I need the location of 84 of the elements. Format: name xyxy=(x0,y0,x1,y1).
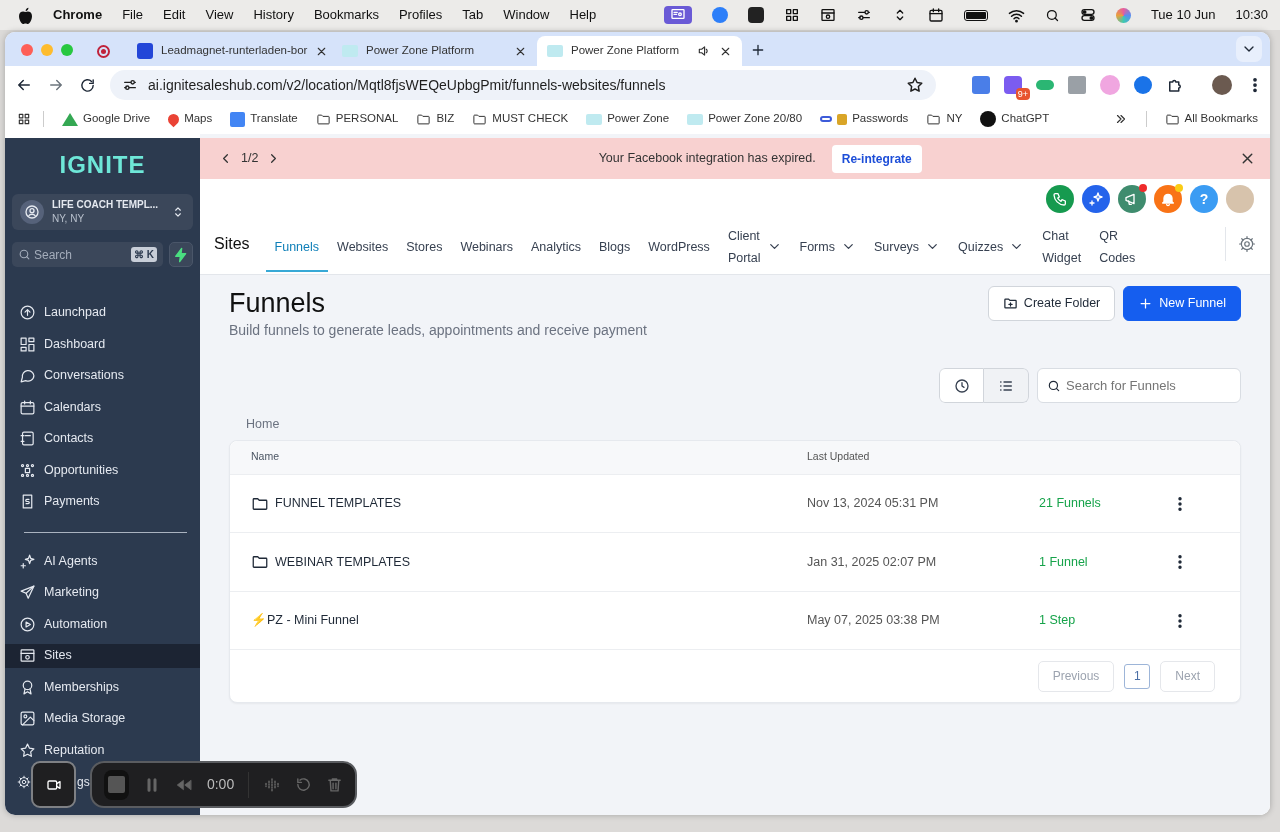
section-title: Sites xyxy=(214,233,250,254)
nav-tab[interactable]: Client Portal xyxy=(718,223,791,272)
bookmark[interactable]: Translate xyxy=(230,110,298,128)
browser-tab[interactable]: Power Zone Platform xyxy=(537,36,742,66)
sidebar-item[interactable]: Conversations xyxy=(5,363,200,388)
nav-tab[interactable]: WordPress xyxy=(639,223,719,272)
menubar-time: 10:30 xyxy=(1235,6,1268,25)
bookmark[interactable]: BIZ xyxy=(416,110,455,128)
table-cell: May 07, 2025 03:38 PM xyxy=(807,613,940,628)
recording-time: 0:00 xyxy=(206,775,235,794)
bookmark[interactable]: ChatGPT xyxy=(980,110,1050,128)
sidebar-item[interactable]: Memberships xyxy=(5,675,200,700)
bookmark[interactable]: Passwords xyxy=(820,110,909,128)
menu-item[interactable]: Bookmarks xyxy=(313,5,379,25)
nav-tab[interactable]: Analytics xyxy=(521,223,590,272)
account-name: LIFE COACH TEMPL... xyxy=(52,198,160,211)
nav-tab[interactable]: Surveys xyxy=(864,223,950,272)
nav-tab[interactable]: Chat Widget xyxy=(1033,223,1091,272)
breadcrumb[interactable]: Home xyxy=(246,415,1241,434)
new-funnel-button[interactable]: New Funnel xyxy=(1123,286,1241,321)
nav-tab[interactable]: Blogs xyxy=(590,223,640,272)
reintegrate-button[interactable]: Re-integrate xyxy=(831,144,922,173)
column-header: Name xyxy=(251,449,279,465)
bookmark[interactable]: Power Zone xyxy=(586,110,670,128)
banner-message: Your Facebook integration has expired. xyxy=(598,150,816,168)
sidebar-item[interactable]: Sites xyxy=(5,643,200,668)
page-subtitle: Build funnels to generate leads, appointments and receive payment xyxy=(229,321,648,340)
sidebar-item[interactable]: Automation xyxy=(5,612,200,637)
page-button[interactable]: 1 xyxy=(1124,663,1151,689)
menu-item[interactable]: Edit xyxy=(163,5,186,25)
search-field[interactable]: Search for Funnels xyxy=(1037,368,1241,403)
table-cell: Nov 13, 2024 05:31 PM xyxy=(807,496,939,511)
sidebar-item[interactable]: Reputation xyxy=(5,738,200,763)
nav-tab[interactable]: QR Codes xyxy=(1090,223,1145,272)
bookmark[interactable]: Power Zone 20/80 xyxy=(687,110,803,128)
nav-tab[interactable]: Quizzes xyxy=(949,223,1034,272)
menu-item[interactable]: View xyxy=(205,5,234,25)
logo[interactable]: IGNITE xyxy=(5,142,200,188)
item-count: 1 Funnel xyxy=(1039,554,1088,569)
menu-item[interactable]: History xyxy=(253,5,294,25)
account-switcher[interactable]: LIFE COACH TEMPL... NY, NY xyxy=(12,194,193,230)
sidebar-item[interactable]: Opportunities xyxy=(5,458,200,483)
banner-pager: 1/2 xyxy=(241,150,259,168)
item-count: 1 Step xyxy=(1039,613,1076,628)
bookmark[interactable]: All Bookmarks xyxy=(1164,110,1258,128)
sidebar-item[interactable]: Calendars xyxy=(5,395,200,420)
menu-item[interactable]: Help xyxy=(569,5,597,25)
bookmark[interactable]: Maps xyxy=(168,110,213,128)
sidebar-item[interactable]: Launchpad xyxy=(5,300,200,325)
menu-item[interactable]: Window xyxy=(503,5,550,25)
menu-item[interactable]: Chrome xyxy=(53,5,103,25)
sidebar-item[interactable]: Marketing xyxy=(5,580,200,605)
browser-tab[interactable]: Power Zone Platform xyxy=(332,36,537,66)
nav-tab[interactable]: Funnels xyxy=(265,223,329,272)
address-bar[interactable]: ai.ignitesaleshub.com/v2/location/Mqtl8fjsWEQeUpbgPmit/funnels-websites/funnels xyxy=(110,70,936,100)
column-header: Last Updated xyxy=(807,450,870,463)
item-count: 21 Funnels xyxy=(1039,496,1101,511)
menu-item[interactable]: Tab xyxy=(462,5,484,25)
nav-tab[interactable]: Stores xyxy=(397,223,452,272)
sidebar-item[interactable]: Payments xyxy=(5,489,200,514)
folder-name[interactable]: FUNNEL TEMPLATES xyxy=(275,494,402,513)
sidebar-item[interactable]: AI Agents xyxy=(5,549,200,574)
funnel-name[interactable]: ⚡PZ - Mini Funnel xyxy=(251,611,359,630)
bookmark[interactable]: NY xyxy=(926,110,963,128)
browser-tab[interactable]: Leadmagnet-runterladen-bor xyxy=(127,36,332,66)
sidebar-item[interactable]: Media Storage xyxy=(5,706,200,731)
bookmark[interactable]: PERSONAL xyxy=(315,110,399,128)
page-title: Funnels xyxy=(229,287,327,320)
account-location: NY, NY xyxy=(52,211,86,226)
extension-badge: 9+ xyxy=(1015,88,1030,100)
nav-tab[interactable]: Webinars xyxy=(451,223,522,272)
sidebar-item[interactable]: Dashboard xyxy=(5,332,200,357)
table-cell: Jan 31, 2025 02:07 PM xyxy=(807,554,937,569)
sidebar-item[interactable]: Contacts xyxy=(5,426,200,451)
bookmark[interactable]: MUST CHECK xyxy=(472,110,569,128)
menu-item[interactable]: Profiles xyxy=(398,5,443,25)
sidebar-label[interactable]: gs xyxy=(77,772,90,791)
menu-item[interactable]: File xyxy=(122,5,144,25)
create-folder-button[interactable]: Create Folder xyxy=(987,286,1116,321)
menubar-date: Tue 10 Jun xyxy=(1150,6,1216,25)
folder-name[interactable]: WEBINAR TEMPLATES xyxy=(275,552,410,572)
shortcut-key: ⌘ K xyxy=(131,247,157,262)
nav-tab[interactable]: Websites xyxy=(328,223,398,272)
nav-tab[interactable]: Forms xyxy=(790,223,865,272)
